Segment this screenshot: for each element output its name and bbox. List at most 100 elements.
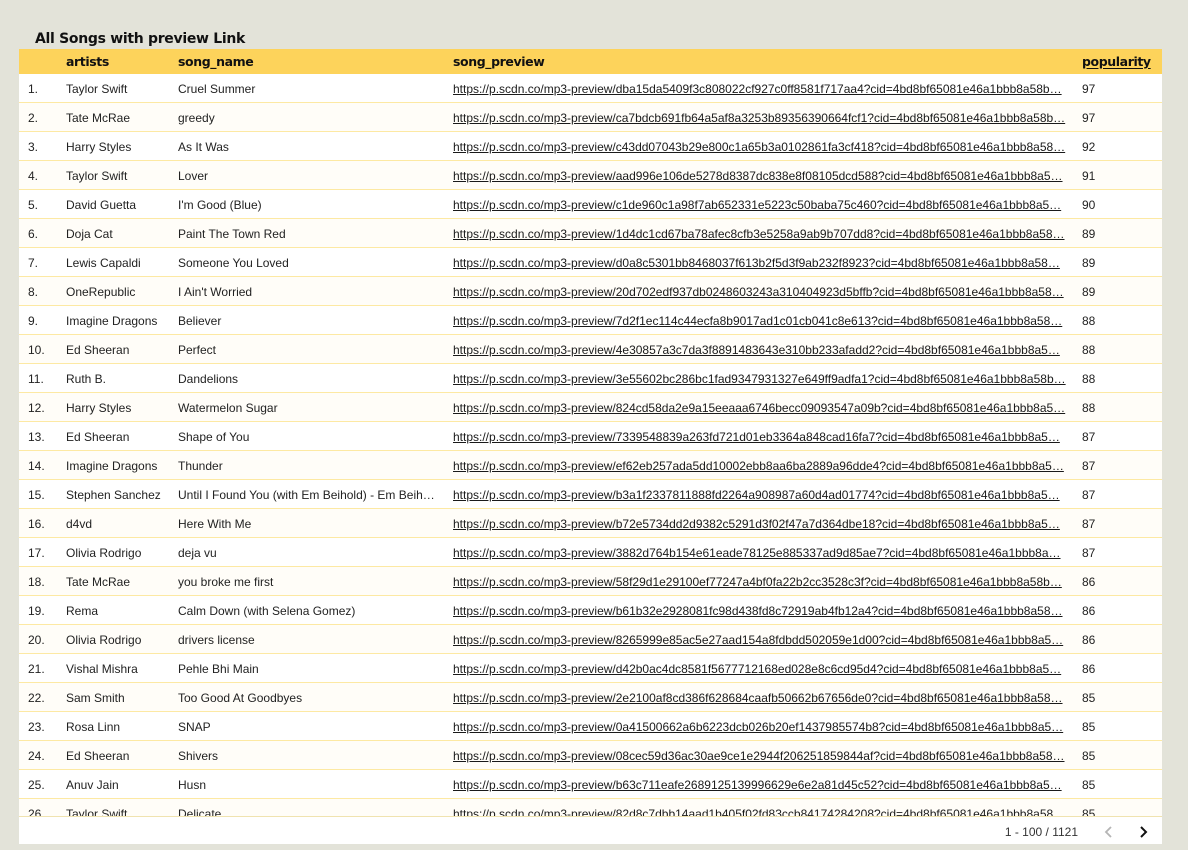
cell-preview-link[interactable]: https://p.scdn.co/mp3-preview/c1de960c1a… [453, 198, 1066, 212]
cell-artist: Harry Styles [66, 401, 132, 415]
row-number: 26. [28, 807, 45, 816]
cell-song-name: Husn [178, 778, 207, 792]
cell-artist: Imagine Dragons [66, 459, 158, 473]
table-row: 11. Ruth B. Dandelions https://p.scdn.co/mp… [19, 364, 1162, 393]
cell-popularity: 88 [1082, 343, 1096, 357]
cell-preview-link[interactable]: https://p.scdn.co/mp3-preview/3e55602bc2… [453, 372, 1066, 386]
cell-preview-link[interactable]: https://p.scdn.co/mp3-preview/b72e5734dd… [453, 517, 1066, 531]
table-row: 24. Ed Sheeran Shivers https://p.scdn.co/mp… [19, 741, 1162, 770]
cell-artist: Ed Sheeran [66, 749, 130, 763]
cell-artist: Tate McRae [66, 111, 131, 125]
cell-preview-link[interactable]: https://p.scdn.co/mp3-preview/0a41500662… [453, 720, 1066, 734]
row-number: 11. [28, 372, 44, 386]
table-row: 26. Taylor Swift Delicate https://p.scdn.co… [19, 799, 1162, 816]
table-row: 23. Rosa Linn SNAP https://p.scdn.co/mp3-pr… [19, 712, 1162, 741]
cell-artist: Olivia Rodrigo [66, 546, 142, 560]
row-number: 16. [28, 517, 45, 531]
cell-song-name: Shivers [178, 749, 219, 763]
table-row: 18. Tate McRae you broke me first https://p… [19, 567, 1162, 596]
table-row: 5. David Guetta I'm Good (Blue) https://p.s… [19, 190, 1162, 219]
row-number: 7. [28, 256, 39, 270]
row-number: 13. [28, 430, 45, 444]
cell-popularity: 92 [1082, 140, 1096, 154]
cell-preview-link[interactable]: https://p.scdn.co/mp3-preview/b61b32e292… [453, 604, 1066, 618]
cell-popularity: 86 [1082, 633, 1096, 647]
cell-preview-link[interactable]: https://p.scdn.co/mp3-preview/b63c711eaf… [453, 778, 1066, 792]
cell-preview-link[interactable]: https://p.scdn.co/mp3-preview/4e30857a3c… [453, 343, 1066, 357]
column-header-popularity[interactable]: popularity [1082, 54, 1151, 69]
column-header-artists[interactable]: artists [66, 54, 109, 69]
table-body: 1. Taylor Swift Cruel Summer https://p.scdn… [19, 74, 1162, 816]
cell-preview-link[interactable]: https://p.scdn.co/mp3-preview/d0a8c5301b… [453, 256, 1066, 270]
cell-song-name: I'm Good (Blue) [178, 198, 262, 212]
cell-preview-link[interactable]: https://p.scdn.co/mp3-preview/ef62eb257a… [453, 459, 1066, 473]
cell-popularity: 88 [1082, 401, 1096, 415]
cell-preview-link[interactable]: https://p.scdn.co/mp3-preview/aad996e106… [453, 169, 1066, 183]
table-row: 3. Harry Styles As It Was https://p.scdn.co… [19, 132, 1162, 161]
column-header-song-preview[interactable]: song_preview [453, 54, 545, 69]
cell-popularity: 87 [1082, 459, 1096, 473]
cell-popularity: 88 [1082, 372, 1096, 386]
cell-artist: OneRepublic [66, 285, 136, 299]
cell-popularity: 87 [1082, 517, 1096, 531]
cell-artist: Olivia Rodrigo [66, 633, 142, 647]
table-row: 22. Sam Smith Too Good At Goodbyes https://… [19, 683, 1162, 712]
table-row: 2. Tate McRae greedy https://p.scdn.co/mp3-… [19, 103, 1162, 132]
row-number: 12. [28, 401, 45, 415]
cell-song-name: Calm Down (with Selena Gomez) [178, 604, 356, 618]
pagination-bar: 1 - 100 / 1121 [19, 816, 1162, 844]
cell-preview-link[interactable]: https://p.scdn.co/mp3-preview/7339548839… [453, 430, 1066, 444]
cell-preview-link[interactable]: https://p.scdn.co/mp3-preview/7d2f1ec114… [453, 314, 1066, 328]
cell-popularity: 87 [1082, 488, 1096, 502]
cell-preview-link[interactable]: https://p.scdn.co/mp3-preview/20d702edf9… [453, 285, 1066, 299]
table-row: 13. Ed Sheeran Shape of You https://p.scdn.… [19, 422, 1162, 451]
row-number: 17. [28, 546, 45, 560]
cell-preview-link[interactable]: https://p.scdn.co/mp3-preview/c43dd07043… [453, 140, 1066, 154]
pagination-range: 1 - 100 / 1121 [1004, 825, 1078, 839]
table-row: 1. Taylor Swift Cruel Summer https://p.scdn… [19, 74, 1162, 103]
cell-preview-link[interactable]: https://p.scdn.co/mp3-preview/ca7bdcb691… [453, 111, 1066, 125]
table-row: 12. Harry Styles Watermelon Sugar https://p… [19, 393, 1162, 422]
cell-popularity: 90 [1082, 198, 1096, 212]
row-number: 19. [28, 604, 45, 618]
cell-song-name: Here With Me [178, 517, 252, 531]
table-row: 8. OneRepublic I Ain't Worried https://p.sc… [19, 277, 1162, 306]
cell-song-name: deja vu [178, 546, 217, 560]
cell-popularity: 86 [1082, 575, 1096, 589]
cell-preview-link[interactable]: https://p.scdn.co/mp3-preview/08cec59d36… [453, 749, 1066, 763]
cell-preview-link[interactable]: https://p.scdn.co/mp3-preview/8265999e85… [453, 633, 1066, 647]
previous-page-button[interactable] [1098, 821, 1120, 843]
cell-song-name: Cruel Summer [178, 82, 256, 96]
cell-song-name: Someone You Loved [178, 256, 289, 270]
cell-preview-link[interactable]: https://p.scdn.co/mp3-preview/d42b0ac4dc… [453, 662, 1066, 676]
songs-table: artists song_name song_preview popularit… [19, 49, 1162, 844]
table-row: 21. Vishal Mishra Pehle Bhi Main https://p.… [19, 654, 1162, 683]
cell-preview-link[interactable]: https://p.scdn.co/mp3-preview/b3a1f23378… [453, 488, 1066, 502]
cell-preview-link[interactable]: https://p.scdn.co/mp3-preview/2e2100af8c… [453, 691, 1066, 705]
cell-artist: Ed Sheeran [66, 343, 130, 357]
cell-artist: David Guetta [66, 198, 137, 212]
cell-popularity: 87 [1082, 430, 1096, 444]
cell-artist: Imagine Dragons [66, 314, 158, 328]
cell-preview-link[interactable]: https://p.scdn.co/mp3-preview/3882d764b1… [453, 546, 1066, 560]
row-number: 15. [28, 488, 45, 502]
cell-song-name: Delicate [178, 807, 222, 816]
cell-preview-link[interactable]: https://p.scdn.co/mp3-preview/82d8c7dbb1… [453, 807, 1066, 816]
cell-preview-link[interactable]: https://p.scdn.co/mp3-preview/dba15da540… [453, 82, 1066, 96]
cell-artist: Lewis Capaldi [66, 256, 141, 270]
cell-popularity: 87 [1082, 546, 1096, 560]
table-row: 20. Olivia Rodrigo drivers license https://… [19, 625, 1162, 654]
next-page-button[interactable] [1132, 821, 1154, 843]
column-header-song-name[interactable]: song_name [178, 54, 254, 69]
row-number: 20. [28, 633, 45, 647]
cell-preview-link[interactable]: https://p.scdn.co/mp3-preview/58f29d1e29… [453, 575, 1066, 589]
table-row: 16. d4vd Here With Me https://p.scdn.co/mp3… [19, 509, 1162, 538]
cell-preview-link[interactable]: https://p.scdn.co/mp3-preview/1d4dc1cd67… [453, 227, 1066, 241]
cell-artist: Rema [66, 604, 99, 618]
cell-popularity: 91 [1082, 169, 1096, 183]
cell-popularity: 89 [1082, 256, 1096, 270]
cell-artist: Vishal Mishra [66, 662, 138, 676]
row-number: 3. [28, 140, 39, 154]
table-row: 7. Lewis Capaldi Someone You Loved https://… [19, 248, 1162, 277]
cell-preview-link[interactable]: https://p.scdn.co/mp3-preview/824cd58da2… [453, 401, 1066, 415]
